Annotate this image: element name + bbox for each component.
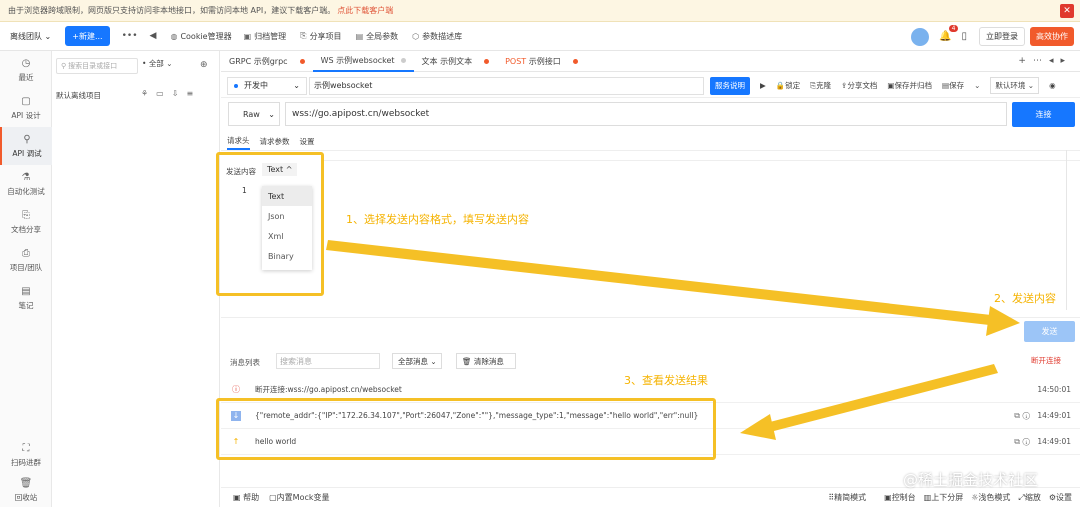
annotation-arrow-result <box>740 364 998 440</box>
annotation-arrow-send <box>326 240 1020 336</box>
watermark: @稀土掘金技术社区 <box>903 471 1039 489</box>
annotation-arrows <box>326 240 1020 440</box>
